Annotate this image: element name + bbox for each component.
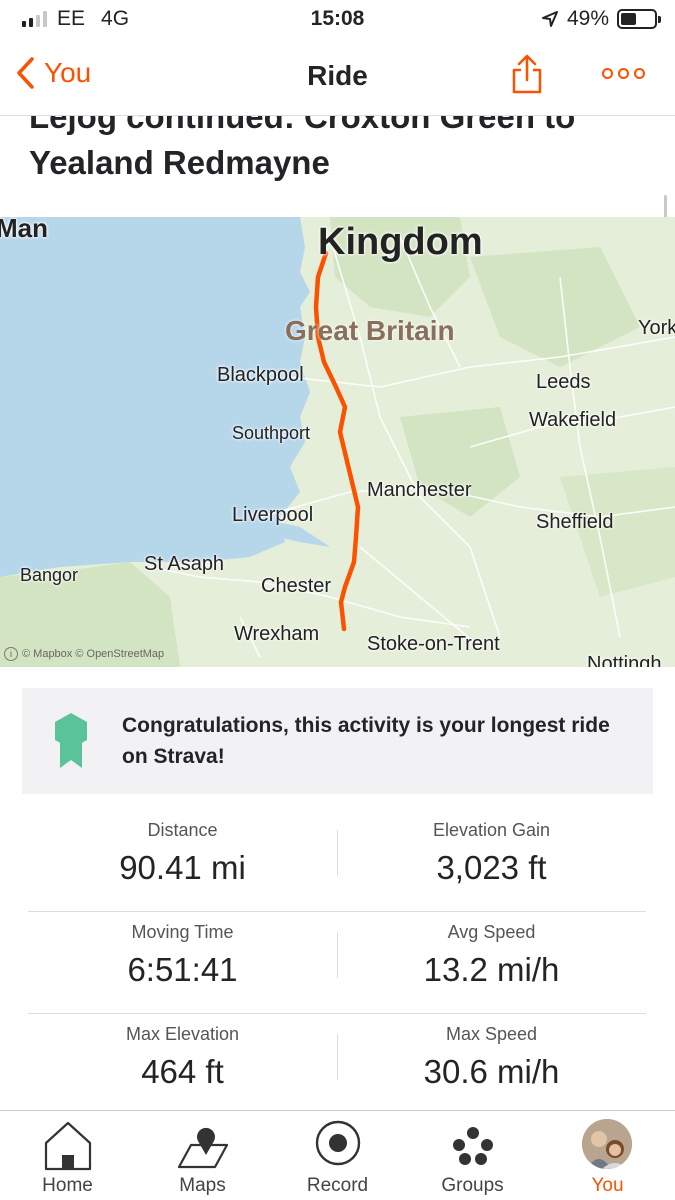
stats-row: Distance 90.41 mi Elevation Gain 3,023 f… (28, 810, 646, 912)
map-attribution[interactable]: i © Mapbox © OpenStreetMap (4, 647, 164, 661)
share-icon[interactable] (510, 52, 544, 96)
more-options-icon[interactable] (602, 68, 645, 79)
record-icon (315, 1120, 361, 1166)
page-title: Ride (307, 60, 368, 91)
map-label-nottingham: Nottingh (587, 653, 662, 667)
map-background (0, 217, 675, 667)
battery-percent: 49% (566, 7, 609, 30)
map-label-sheffield: Sheffield (536, 511, 614, 533)
nav-bar: You Ride (0, 40, 675, 116)
map-label-st-asaph: St Asaph (144, 553, 225, 575)
tab-label: Record (306, 1175, 369, 1196)
battery-icon (617, 9, 661, 29)
stat-value: 90.41 mi (119, 849, 246, 886)
home-icon (44, 1121, 92, 1171)
tab-you[interactable]: You (540, 1111, 675, 1200)
stat-label: Max Speed (445, 1024, 538, 1044)
achievement-badge-icon (55, 713, 87, 768)
status-bar: EE 4G 15:08 49% (0, 0, 675, 40)
map-label-great-britain: Great Britain (285, 315, 455, 346)
stat-value: 3,023 ft (436, 849, 547, 886)
stat-label: Distance (147, 820, 218, 840)
map-label-stoke: Stoke-on-Trent (367, 633, 500, 655)
stat-moving-time: Moving Time 6:51:41 (28, 922, 337, 989)
activity-title-area: Lejog continued: Croxton Green to Yealan… (0, 116, 675, 217)
tab-bar: Home Maps Record Groups You (0, 1110, 675, 1200)
attribution-text: © Mapbox © OpenStreetMap (22, 648, 165, 660)
map-label-manchester: Manchester (367, 479, 472, 501)
tab-label: Home (42, 1175, 93, 1196)
map-label-york: York (638, 317, 675, 339)
stats-row: Max Elevation 464 ft Max Speed 30.6 mi/h (28, 1014, 646, 1116)
stat-value: 13.2 mi/h (423, 951, 560, 988)
tab-label: Maps (179, 1175, 226, 1196)
tab-maps[interactable]: Maps (135, 1111, 270, 1200)
map-label-southport: Southport (232, 423, 311, 443)
stat-elevation-gain: Elevation Gain 3,023 ft (337, 820, 646, 887)
tab-label: You (591, 1175, 624, 1196)
stat-label: Avg Speed (447, 922, 536, 942)
stats-row: Moving Time 6:51:41 Avg Speed 13.2 mi/h (28, 912, 646, 1014)
achievement-banner: Congratulations, this activity is your l… (22, 688, 653, 794)
stat-distance: Distance 90.41 mi (28, 820, 337, 887)
map-label-leeds: Leeds (536, 371, 591, 393)
route-map[interactable]: Man Kingdom Great Britain York Blackpool… (0, 217, 675, 667)
map-label-wrexham: Wrexham (234, 623, 320, 645)
info-icon[interactable]: i (4, 647, 18, 661)
stats-grid: Distance 90.41 mi Elevation Gain 3,023 f… (28, 810, 646, 1116)
map-label-man: Man (0, 217, 48, 243)
status-right: 49% (541, 7, 661, 31)
stat-value: 30.6 mi/h (423, 1053, 560, 1090)
tab-groups[interactable]: Groups (405, 1111, 540, 1200)
stat-max-elevation: Max Elevation 464 ft (28, 1024, 337, 1091)
stat-avg-speed: Avg Speed 13.2 mi/h (337, 922, 646, 989)
map-label-bangor: Bangor (20, 565, 79, 585)
stat-label: Moving Time (131, 922, 234, 942)
stat-value: 464 ft (141, 1053, 224, 1090)
achievement-text: Congratulations, this activity is your l… (122, 714, 610, 768)
map-pin-icon (177, 1127, 229, 1169)
map-label-wakefield: Wakefield (529, 409, 617, 431)
groups-icon (453, 1127, 493, 1165)
stat-value: 6:51:41 (127, 951, 238, 988)
map-label-blackpool: Blackpool (217, 364, 304, 386)
tab-home[interactable]: Home (0, 1111, 135, 1200)
location-arrow-icon (541, 11, 558, 27)
tab-label: Groups (441, 1175, 504, 1196)
activity-title: Lejog continued: Croxton Green to Yealan… (29, 116, 576, 181)
map-label-chester: Chester (261, 575, 332, 597)
stat-max-speed: Max Speed 30.6 mi/h (337, 1024, 646, 1091)
map-label-liverpool: Liverpool (232, 504, 314, 526)
stat-label: Max Elevation (125, 1024, 240, 1044)
tab-record[interactable]: Record (270, 1111, 405, 1200)
map-label-kingdom: Kingdom (318, 221, 483, 263)
stat-label: Elevation Gain (432, 820, 551, 840)
avatar (582, 1119, 632, 1169)
